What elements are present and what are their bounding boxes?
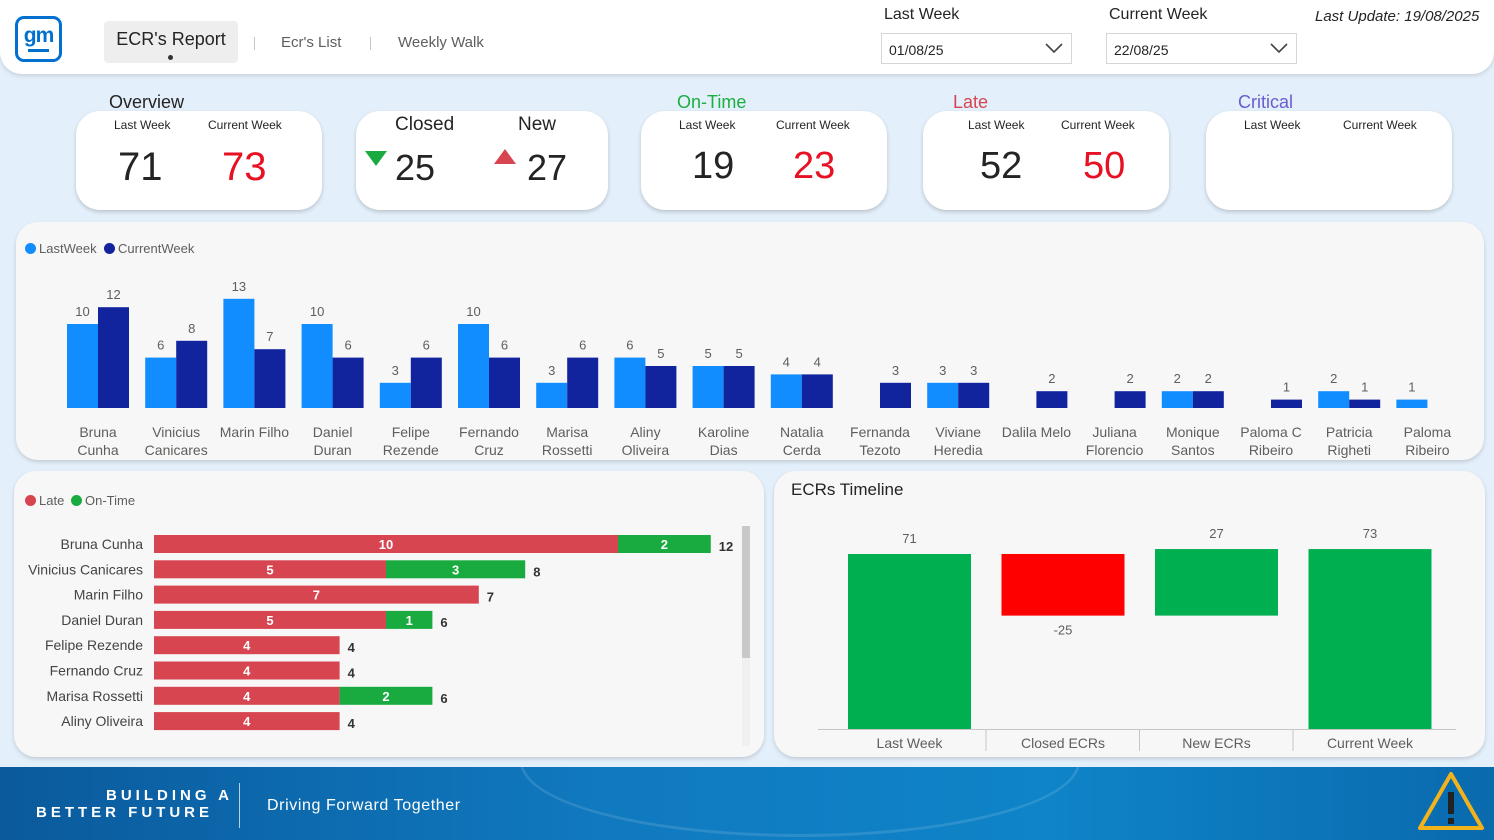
- tab-ecrs-report[interactable]: ECR's Report: [104, 21, 238, 63]
- late-title: Late: [953, 92, 989, 112]
- closed-label: Closed: [395, 114, 455, 135]
- tab-divider: [254, 37, 255, 50]
- ontime-last-week-value: 19: [692, 145, 735, 187]
- gm-logo: gm: [15, 16, 62, 62]
- legend-late[interactable]: Late: [25, 493, 64, 508]
- critical-last-week-label: Last Week: [1244, 118, 1301, 132]
- ontime-current-week-value: 23: [793, 145, 836, 187]
- legend-last-week[interactable]: LastWeek: [25, 241, 97, 256]
- last-week-filter-label: Last Week: [884, 6, 960, 23]
- legend-ontime[interactable]: On-Time: [71, 493, 135, 508]
- overview-current-week-label: Current Week: [208, 118, 282, 132]
- overview-title: Overview: [109, 92, 185, 112]
- legend-dot-late: [25, 495, 36, 506]
- footer-banner: BUILDING A BETTER FUTURE Driving Forward…: [0, 767, 1494, 840]
- warning-icon[interactable]: [1416, 770, 1486, 832]
- weekly-comparison-panel: [16, 222, 1484, 460]
- ontime-current-week-label: Current Week: [776, 118, 850, 132]
- late-last-week-value: 52: [980, 145, 1023, 187]
- legend-current-week-label: CurrentWeek: [118, 241, 195, 256]
- tab-ecrs-report-label: ECR's Report: [116, 29, 226, 49]
- legend-dot-last-week: [25, 243, 36, 254]
- footer-tagline-line2: BETTER FUTURE: [36, 804, 213, 821]
- legend-dot-ontime: [71, 495, 82, 506]
- logo-text: gm: [23, 24, 54, 47]
- chevron-down-icon: [1045, 43, 1063, 54]
- legend-last-week-label: LastWeek: [39, 241, 97, 256]
- closed-new-card: Closed New 25 27: [356, 111, 608, 210]
- ontime-last-week-label: Last Week: [679, 118, 736, 132]
- footer-divider: [239, 783, 240, 828]
- ecrs-timeline-title: ECRs Timeline: [791, 480, 904, 499]
- active-tab-indicator: [168, 55, 173, 60]
- new-value: 27: [527, 147, 568, 188]
- new-label: New: [518, 114, 557, 135]
- critical-current-week-label: Current Week: [1343, 118, 1417, 132]
- late-last-week-label: Last Week: [968, 118, 1025, 132]
- current-week-dropdown-value: 22/08/25: [1114, 42, 1169, 58]
- current-week-dropdown[interactable]: 22/08/25: [1106, 33, 1297, 64]
- late-current-week-value: 50: [1083, 145, 1126, 187]
- legend-late-label: Late: [39, 493, 65, 508]
- last-week-dropdown[interactable]: 01/08/25: [881, 33, 1072, 64]
- overview-card: Last Week Current Week 71 73: [76, 111, 322, 210]
- footer-tagline-line1: BUILDING A: [106, 787, 233, 804]
- overview-current-week-value: 73: [222, 145, 267, 189]
- current-week-filter-label: Current Week: [1109, 6, 1208, 23]
- overview-last-week-label: Last Week: [114, 118, 171, 132]
- late-card: Last Week Current Week 52 50: [923, 111, 1169, 210]
- critical-card: Last Week Current Week: [1206, 111, 1452, 210]
- late-ontime-scrollbar[interactable]: [742, 526, 750, 746]
- ecrs-timeline-panel: [774, 471, 1485, 757]
- top-bar: gm ECR's Report Ecr's List Weekly Walk L…: [0, 0, 1494, 74]
- legend-current-week[interactable]: CurrentWeek: [104, 241, 194, 256]
- ontime-title: On-Time: [677, 92, 747, 112]
- tab-divider: [370, 37, 371, 50]
- down-triangle-icon: [365, 151, 387, 166]
- footer-decoration: [520, 767, 1080, 837]
- last-update-text: Last Update: 19/08/2025: [1315, 8, 1480, 25]
- tab-ecrs-list[interactable]: Ecr's List: [281, 34, 341, 51]
- scrollbar-thumb[interactable]: [742, 526, 750, 658]
- critical-title: Critical: [1238, 92, 1294, 112]
- late-ontime-panel: [14, 471, 764, 757]
- closed-value: 25: [395, 147, 436, 188]
- footer-slogan: Driving Forward Together: [267, 797, 461, 814]
- last-week-dropdown-value: 01/08/25: [889, 42, 944, 58]
- late-current-week-label: Current Week: [1061, 118, 1135, 132]
- overview-last-week-value: 71: [118, 145, 163, 189]
- legend-ontime-label: On-Time: [85, 493, 136, 508]
- footer-tagline: BUILDING A BETTER FUTURE: [36, 787, 233, 821]
- ontime-card: Last Week Current Week 19 23: [641, 111, 887, 210]
- legend-dot-current-week: [104, 243, 115, 254]
- chevron-down-icon: [1270, 43, 1288, 54]
- tab-weekly-walk[interactable]: Weekly Walk: [398, 34, 484, 51]
- up-triangle-icon: [494, 149, 516, 164]
